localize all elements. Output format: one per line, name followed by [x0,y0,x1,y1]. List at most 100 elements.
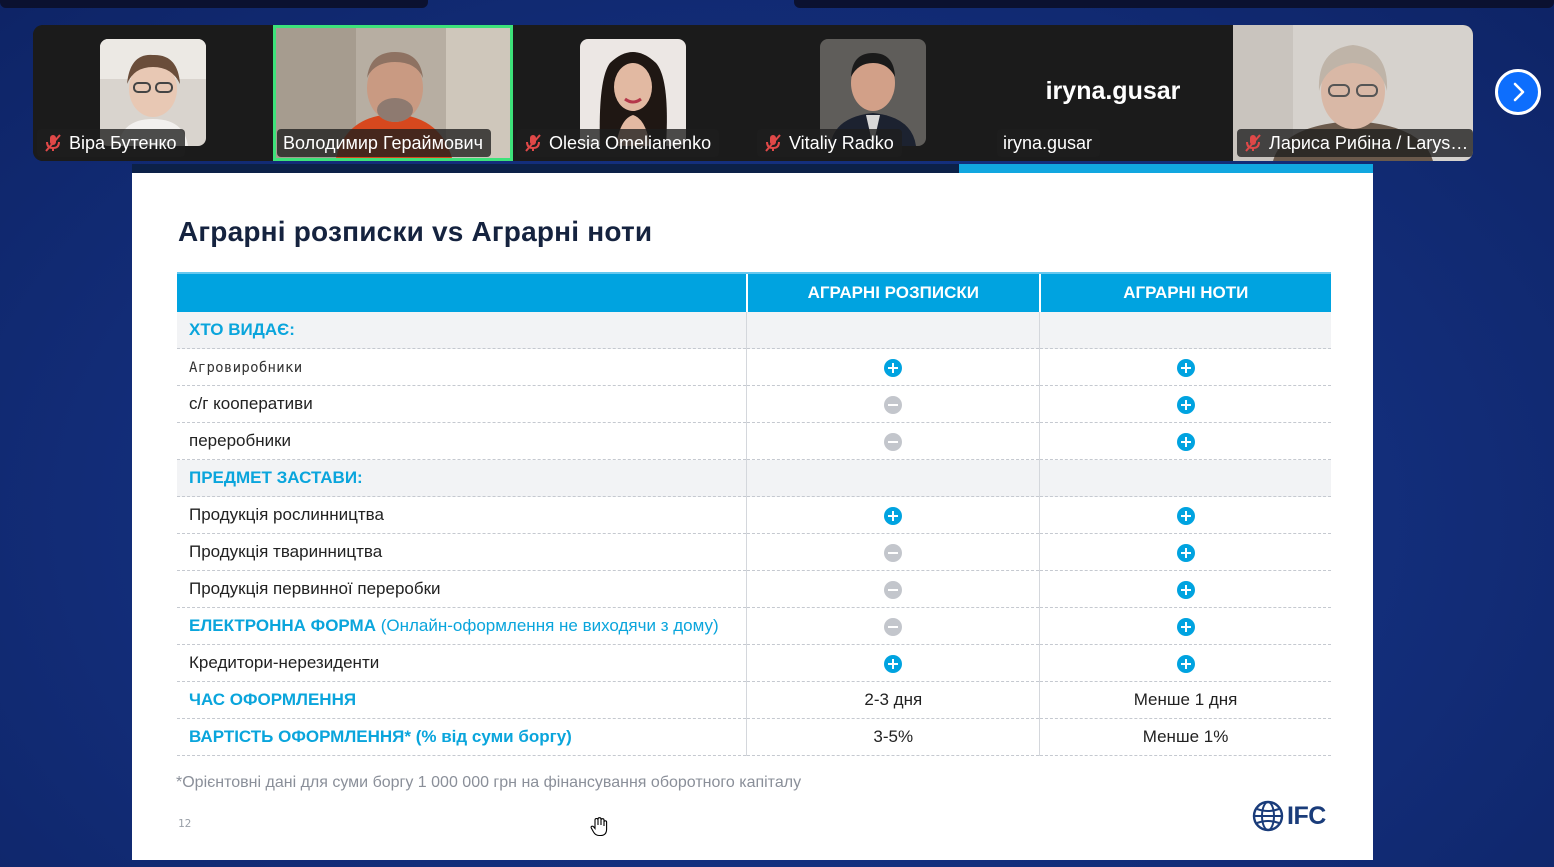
minus-circle-icon [884,543,903,562]
cell-ag-receipts: 3-5% [746,718,1040,756]
participant-tile[interactable]: Vitaliy Radko [753,25,993,161]
plus-circle-icon [1176,654,1195,673]
row-label: Кредитори-нерезиденти [189,653,380,672]
cell-ag-notes [1039,422,1331,460]
table-row: Продукція первинної переробки [177,570,1331,608]
participant-name: Vitaliy Radko [789,133,894,153]
row-label-note: (Онлайн-оформлення не виходячи з дому) [380,616,719,635]
cell-ag-notes: Менше 1 дня [1039,681,1331,719]
cell-ag-notes [1039,348,1331,386]
plus-circle-icon [1176,395,1195,414]
table-row: Кредитори-нерезиденти [177,644,1331,682]
plus-circle-icon [884,358,903,377]
cell-ag-receipts: 2-3 дня [746,681,1040,719]
row-label-cell: переробники [177,422,747,460]
cell-ag-notes [1039,570,1331,608]
slide-page-number: 12 [178,817,192,830]
table-row: ЧАС ОФОРМЛЕННЯ 2-3 дня Менше 1 дня [177,681,1331,719]
row-label-cell: ПРЕДМЕТ ЗАСТАВИ: [177,459,747,497]
cell-ag-receipts [746,607,1040,645]
cell-value: Менше 1% [1142,727,1229,746]
cell-ag-notes [1039,533,1331,571]
next-participants-button[interactable] [1495,69,1541,115]
participant-name-label: Vitaliy Radko [757,129,902,157]
top-bar-right [794,0,1554,8]
participant-tile[interactable]: Лариса Рибіна / Larys… [1233,25,1473,161]
participant-name-label: Лариса Рибіна / Larys… [1237,129,1473,157]
row-label-cell: с/г кооперативи [177,385,747,423]
participant-tile[interactable]: Olesia Omelianenko [513,25,753,161]
cell-ag-notes [1039,385,1331,423]
table-row: ЕЛЕКТРОННА ФОРМА (Онлайн-оформлення не в… [177,607,1331,645]
top-bar-left [0,0,428,8]
participant-name: Володимир Гераймович [283,133,483,153]
plus-circle-icon [884,654,903,673]
participant-name-label: Olesia Omelianenko [517,129,720,157]
slide-title: Аграрні розписки vs Аграрні ноти [178,216,653,247]
cell-ag-receipts [746,422,1040,460]
slide-header-bar [132,164,959,173]
participant-name-label: Віра Бутенко [37,129,185,157]
row-label-cell: ЧАС ОФОРМЛЕННЯ [177,681,747,719]
shared-slide: Аграрні розписки vs Аграрні ноти АГРАРНІ… [132,164,1373,860]
cell-ag-receipts [746,644,1040,682]
participant-tile[interactable]: Віра Бутенко [33,25,273,161]
row-label: ЕЛЕКТРОННА ФОРМА [189,616,376,635]
plus-circle-icon [1176,617,1195,636]
cell-ag-notes [1039,496,1331,534]
row-label-cell: ХТО ВИДАЄ: [177,312,747,349]
cell-value: 2-3 дня [864,690,923,709]
minus-circle-icon [884,395,903,414]
cell-ag-receipts [746,496,1040,534]
row-label: Продукція первинної переробки [189,579,441,598]
cell-ag-receipts [746,533,1040,571]
participant-tile[interactable]: iryna.gusar iryna.gusar [993,25,1233,161]
table-row: Продукція рослинництва [177,496,1331,534]
row-label-cell: Кредитори-нерезиденти [177,644,747,682]
minus-circle-icon [884,617,903,636]
participant-name: Лариса Рибіна / Larys… [1269,133,1469,153]
cell-ag-notes [1039,607,1331,645]
plus-circle-icon [1176,358,1195,377]
participant-display-name: iryna.gusar [1045,77,1181,105]
row-label: ЧАС ОФОРМЛЕННЯ [189,690,357,709]
cell-ag-notes [1039,312,1331,349]
table-row: переробники [177,422,1331,460]
plus-circle-icon [884,506,903,525]
participant-tile-active-speaker[interactable]: Володимир Гераймович [273,25,513,161]
column-header-ag-receipts: АГРАРНІ РОЗПИСКИ [745,272,1040,312]
row-label: переробники [189,431,292,450]
row-label: с/г кооперативи [189,394,313,413]
row-label-cell: Продукція первинної переробки [177,570,747,608]
table-row: ВАРТІСТЬ ОФОРМЛЕННЯ* (% від суми боргу) 3… [177,718,1331,756]
cell-ag-receipts [746,385,1040,423]
cell-ag-receipts [746,570,1040,608]
minus-circle-icon [884,580,903,599]
muted-mic-icon [525,134,541,152]
plus-circle-icon [1176,580,1195,599]
participant-name: iryna.gusar [1003,133,1093,153]
column-header-blank [177,272,747,312]
cell-ag-receipts [746,459,1040,497]
row-label: ХТО ВИДАЄ: [189,320,295,339]
table-section-row: ХТО ВИДАЄ: [177,312,1331,349]
muted-mic-icon [1245,134,1261,152]
minus-circle-icon [884,432,903,451]
row-label: Агровиробники [189,360,303,376]
table-row: Агровиробники [177,348,1331,386]
cell-ag-notes: Менше 1% [1039,718,1331,756]
row-label-cell: Продукція тваринництва [177,533,747,571]
cell-value: Менше 1 дня [1133,690,1238,709]
muted-mic-icon [765,134,781,152]
row-label-cell: Продукція рослинництва [177,496,747,534]
plus-circle-icon [1176,543,1195,562]
cell-ag-receipts [746,312,1040,349]
row-label-cell: Агровиробники [177,348,747,386]
participant-name: Віра Бутенко [69,133,177,153]
ifc-globe-icon [1252,800,1284,832]
ifc-logo: IFC [1252,800,1326,832]
cell-ag-notes [1039,644,1331,682]
slide-footnote: *Орієнтовні дані для суми боргу 1 000 00… [176,774,802,791]
ifc-logo-text: IFC [1287,801,1326,830]
cell-value: 3-5% [873,727,914,746]
